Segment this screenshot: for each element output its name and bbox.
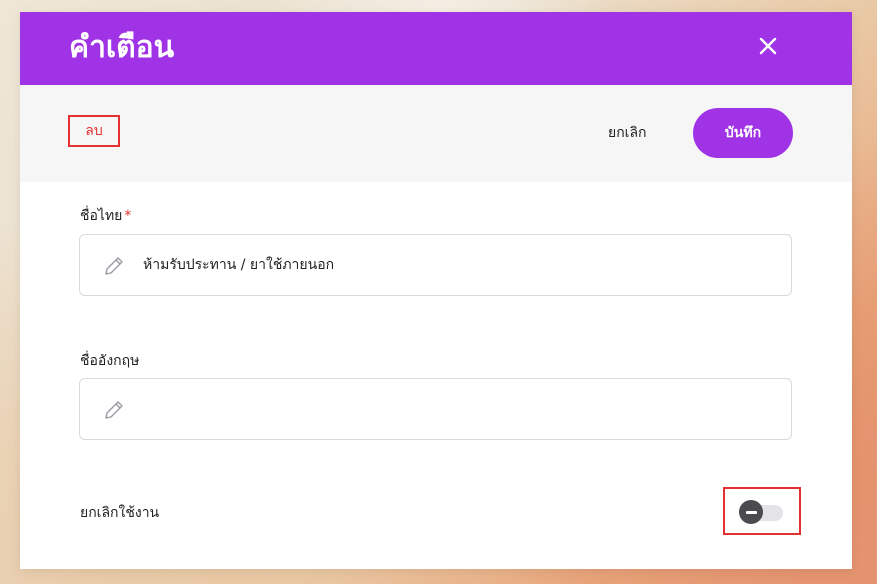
delete-button[interactable]: ลบ: [68, 115, 120, 147]
disable-label: ยกเลิกใช้งาน: [80, 505, 160, 521]
close-icon: [759, 37, 777, 55]
english-name-label: ชื่ออังกฤษ: [80, 353, 140, 369]
thai-name-field[interactable]: ห้ามรับประทาน / ยาใช้ภายนอก: [79, 234, 792, 296]
save-button[interactable]: บันทึก: [693, 108, 793, 158]
warning-dialog: คำเตือน ลบ ยกเลิก บันทึก ชื่อไทย * ห้ามรั…: [20, 12, 852, 569]
pencil-icon: [105, 401, 123, 419]
cancel-button[interactable]: ยกเลิก: [608, 122, 647, 144]
close-button[interactable]: [750, 28, 786, 64]
thai-name-label: ชื่อไทย *: [80, 205, 131, 227]
disable-toggle[interactable]: [723, 487, 801, 535]
pencil-icon: [105, 257, 123, 275]
dialog-title: คำเตือน: [69, 30, 175, 65]
thai-name-value: ห้ามรับประทาน / ยาใช้ภายนอก: [143, 257, 335, 273]
dialog-header: คำเตือน: [20, 12, 852, 85]
toggle-knob: [739, 500, 763, 524]
required-mark: *: [124, 208, 132, 224]
minus-icon: [745, 510, 757, 514]
dialog-toolbar: ลบ ยกเลิก บันทึก: [20, 85, 852, 182]
english-name-field[interactable]: [79, 378, 792, 440]
thai-name-label-text: ชื่อไทย: [80, 208, 123, 224]
